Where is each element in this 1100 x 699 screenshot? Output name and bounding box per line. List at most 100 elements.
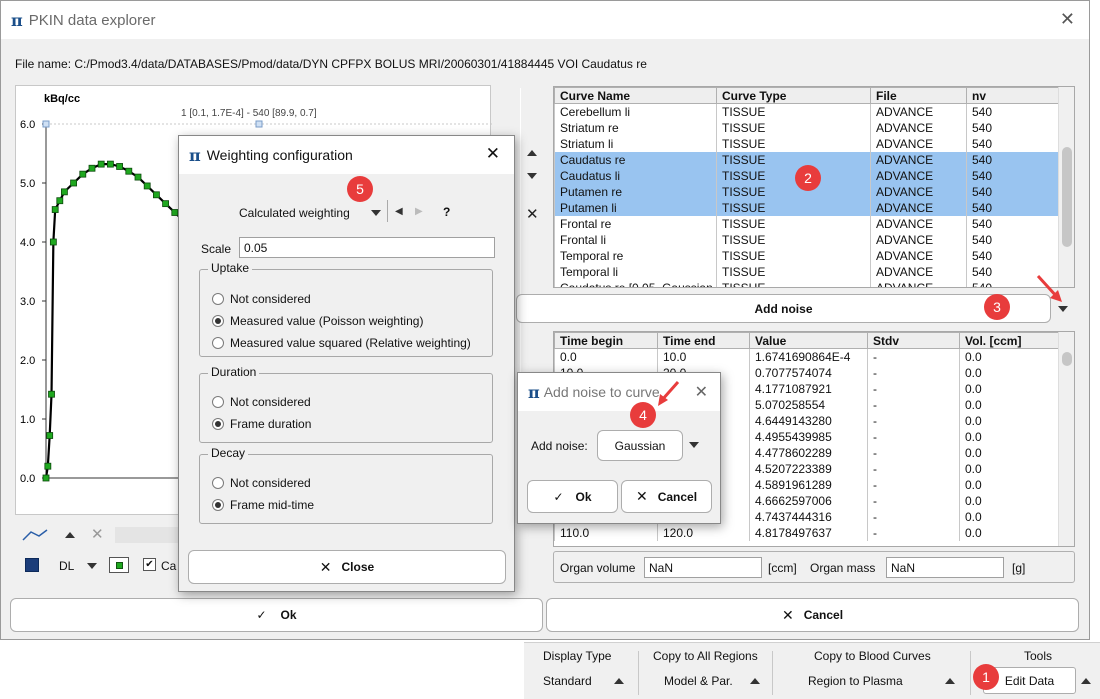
table-cell: 10.0	[657, 348, 750, 365]
radio-selected-icon	[212, 499, 224, 511]
data-point	[44, 462, 52, 470]
table-row[interactable]: Frontal li TISSUE ADVANCE 540	[554, 231, 1059, 248]
table-row[interactable]: Striatum li TISSUE ADVANCE 540	[554, 135, 1059, 152]
noise-cancel-button[interactable]: ✕ Cancel	[621, 480, 712, 513]
help-icon[interactable]: ?	[443, 205, 450, 219]
cancel-label: Cancel	[803, 608, 844, 622]
table-row[interactable]: Temporal re TISSUE ADVANCE 540	[554, 247, 1059, 264]
curves-col-header[interactable]: Curve Name	[554, 87, 717, 104]
noise-close-icon[interactable]: ✕	[695, 382, 708, 402]
values-col-header[interactable]: Value	[749, 332, 868, 349]
table-row[interactable]: Putamen li TISSUE ADVANCE 540	[554, 199, 1059, 216]
values-col-header[interactable]: Time begin	[554, 332, 658, 349]
range-handle-icon	[42, 120, 50, 128]
ok-button[interactable]: ✓ Ok	[10, 598, 543, 632]
table-cell: Striatum re	[554, 119, 717, 136]
organ-row: Organ volume NaN [ccm] Organ mass NaN [g…	[553, 551, 1075, 583]
move-up-icon[interactable]	[65, 532, 75, 538]
table-cell: ADVANCE	[870, 279, 967, 287]
display-type-up-icon[interactable]	[614, 678, 624, 684]
curve-style-icon[interactable]	[21, 527, 51, 543]
duration-option-1[interactable]: Frame duration	[212, 417, 311, 431]
organ-mass-field[interactable]: NaN	[886, 557, 1004, 578]
values-col-header[interactable]: Time end	[657, 332, 750, 349]
data-point	[48, 390, 55, 398]
weighting-mode[interactable]: Calculated weighting	[239, 206, 350, 220]
curves-scrollbar[interactable]	[1058, 87, 1074, 287]
tools-up-icon[interactable]	[1081, 678, 1091, 684]
marker-style-icon[interactable]	[109, 557, 129, 573]
curves-col-header[interactable]: Curve Type	[716, 87, 871, 104]
decay-option-1[interactable]: Frame mid-time	[212, 498, 314, 512]
table-row[interactable]: Cerebellum li TISSUE ADVANCE 540	[554, 103, 1059, 120]
add-noise-button[interactable]: Add noise	[516, 294, 1051, 323]
table-cell: 0.0	[959, 460, 1059, 477]
cancel-button[interactable]: ✕ Cancel	[546, 598, 1079, 632]
close-icon[interactable]: ✕	[1060, 9, 1075, 30]
organ-mass-unit: [g]	[1012, 561, 1026, 575]
table-cell: 4.5891961289	[749, 476, 868, 493]
table-cell: 0.0	[959, 412, 1059, 429]
copy-blood-curves-header: Copy to Blood Curves	[814, 649, 931, 663]
table-cell: 540	[966, 151, 1059, 168]
weighting-close-icon[interactable]: ✕	[486, 144, 500, 164]
table-cell: 0.0	[554, 348, 658, 365]
separator	[638, 651, 639, 695]
table-cell: 4.6662597006	[749, 492, 868, 509]
values-col-header[interactable]: Vol. [ccm]	[959, 332, 1059, 349]
display-type-value[interactable]: Standard	[543, 674, 592, 688]
noise-type-dropdown-icon[interactable]	[689, 442, 699, 448]
prev-icon[interactable]: ◀	[395, 206, 403, 217]
x-icon: ✕	[781, 606, 794, 623]
table-cell: 4.8178497637	[749, 524, 868, 541]
table-row[interactable]: Temporal li TISSUE ADVANCE 540	[554, 263, 1059, 280]
table-row[interactable]: Caudatus re [0.05, Gaussian TISSUE ADVANCE…	[554, 279, 1059, 287]
uptake-option-0[interactable]: Not considered	[212, 292, 311, 306]
save-icon[interactable]	[25, 558, 39, 572]
weighting-close-button[interactable]: ✕ Close	[188, 550, 506, 584]
next-icon[interactable]: ▶	[415, 206, 423, 217]
table-row[interactable]: Striatum re TISSUE ADVANCE 540	[554, 119, 1059, 136]
y-tick-label: 3.0	[20, 296, 35, 308]
main-window: π PKIN data explorer ✕ File name: C:/Pmo…	[0, 0, 1090, 640]
duration-option-0[interactable]: Not considered	[212, 395, 311, 409]
organ-volume-field[interactable]: NaN	[644, 557, 762, 578]
ca-label: Ca	[161, 559, 177, 573]
table-cell: 110.0	[554, 524, 658, 541]
remove-icon[interactable]: ✕	[91, 525, 104, 543]
uptake-option-1[interactable]: Measured value (Poisson weighting)	[212, 314, 423, 328]
tools-header: Tools	[1024, 649, 1053, 663]
table-row[interactable]: 0.0 10.0 1.6741690864E-4-0.0	[554, 348, 1059, 365]
step-badge-2: 2	[795, 165, 821, 191]
table-cell: 4.1771087921	[749, 380, 868, 397]
curves-col-header[interactable]: File	[870, 87, 967, 104]
table-row[interactable]: 110.0 120.0 4.8178497637-0.0	[554, 524, 1059, 541]
values-col-header[interactable]: Stdv	[867, 332, 960, 349]
delete-curve-icon[interactable]: ✕	[526, 205, 539, 223]
noise-ok-button[interactable]: ✓ Ok	[527, 480, 618, 513]
decay-option-0[interactable]: Not considered	[212, 476, 311, 490]
table-row[interactable]: Frontal re TISSUE ADVANCE 540	[554, 215, 1059, 232]
values-scrollbar[interactable]	[1058, 332, 1074, 546]
copy-blood-curves-value[interactable]: Region to Plasma	[808, 674, 903, 688]
move-curve-up-icon[interactable]	[527, 150, 537, 156]
data-point	[46, 432, 54, 439]
table-cell: 540	[966, 199, 1059, 216]
ca-checkbox[interactable]: ✔	[143, 558, 156, 571]
move-curve-down-icon[interactable]	[527, 173, 537, 179]
weighting-mode-dropdown-icon[interactable]	[371, 210, 381, 216]
copy-all-regions-up-icon[interactable]	[750, 678, 760, 684]
dl-dropdown-icon[interactable]	[87, 563, 97, 569]
table-cell: Temporal re	[554, 247, 717, 264]
copy-blood-curves-up-icon[interactable]	[945, 678, 955, 684]
y-tick-label: 6.0	[20, 119, 35, 131]
noise-type-select[interactable]: Gaussian	[597, 430, 683, 461]
uptake-option-2[interactable]: Measured value squared (Relative weighti…	[212, 336, 471, 350]
radio-icon	[212, 477, 224, 489]
copy-all-regions-value[interactable]: Model & Par.	[664, 674, 733, 688]
curves-col-header[interactable]: nv	[966, 87, 1059, 104]
table-cell: 540	[966, 135, 1059, 152]
table-cell: ADVANCE	[870, 119, 967, 136]
duration-label: Duration	[208, 365, 260, 379]
scale-field[interactable]: 0.05	[239, 237, 495, 258]
